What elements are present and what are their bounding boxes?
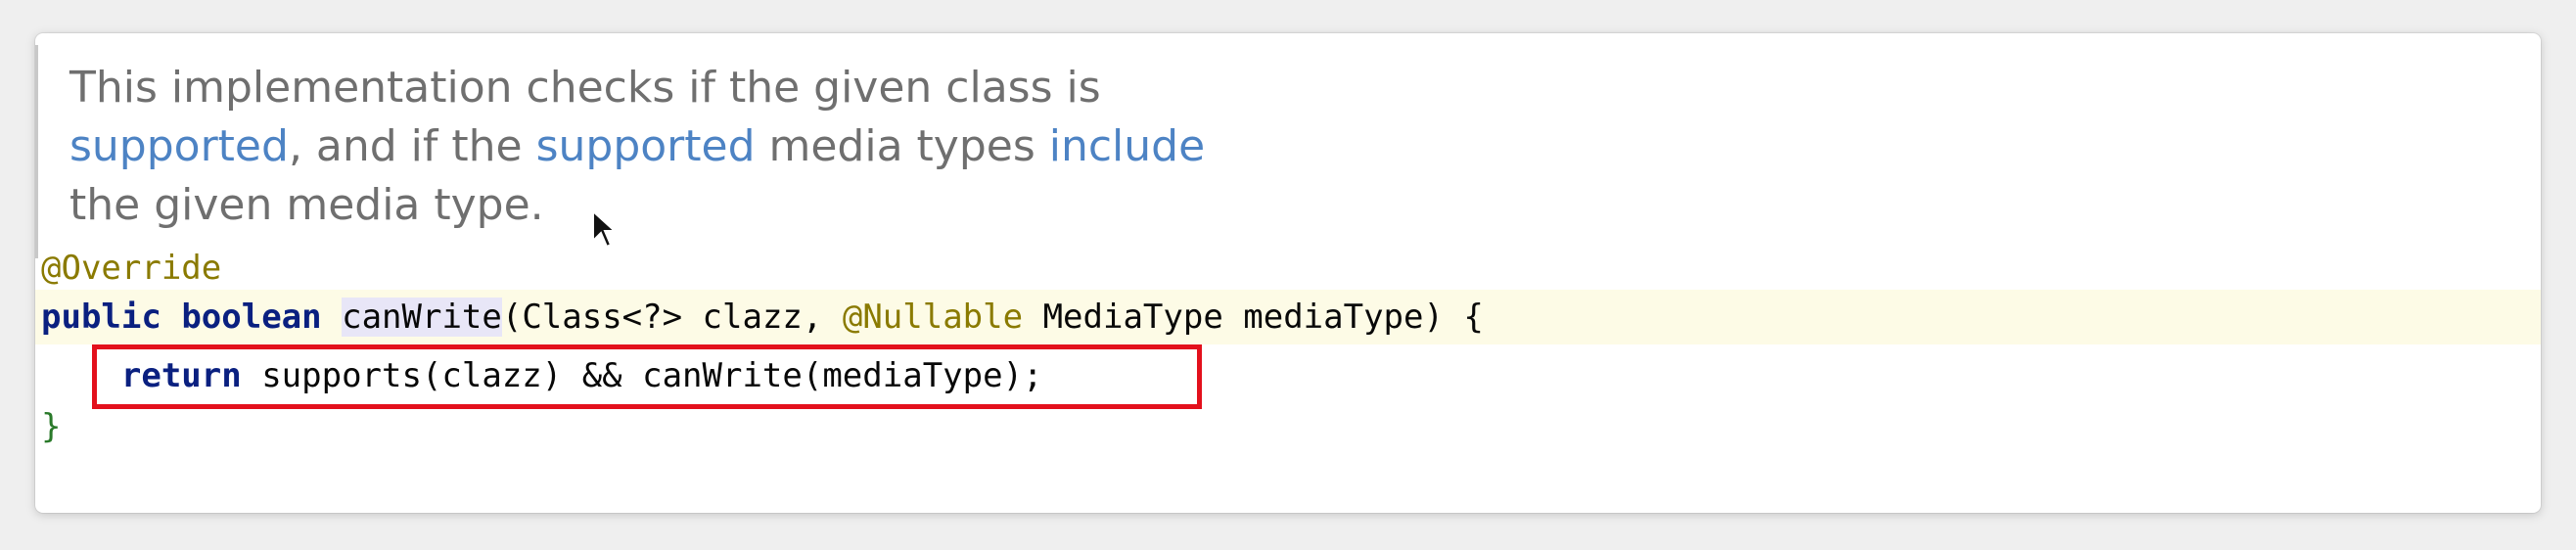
highlight-box [92, 344, 1202, 409]
javadoc-block: This implementation checks if the given … [35, 45, 1408, 258]
signature-params-rest: MediaType mediaType) { [1023, 298, 1484, 337]
override-annotation: @Override [41, 249, 222, 288]
code-line-signature: public boolean canWrite(Class<?> clazz, … [41, 290, 1484, 344]
doc-line-2: supported, and if the supported media ty… [69, 117, 1205, 176]
mouse-cursor-icon [592, 209, 618, 249]
keyword-public: public [41, 298, 161, 337]
keyword-boolean: boolean [181, 298, 322, 337]
quick-doc-popup: This implementation checks if the given … [35, 33, 2541, 513]
method-name: canWrite [342, 298, 502, 337]
code-line-annotation: @Override [41, 241, 221, 296]
doc-link-supported[interactable]: supported [69, 121, 289, 171]
doc-link-include[interactable]: include [1049, 121, 1205, 171]
doc-text: , and if the [288, 121, 536, 171]
doc-line-3: the given media type. [69, 180, 544, 230]
signature-params: (Class<?> clazz, [501, 298, 843, 337]
nullable-annotation: @Nullable [842, 298, 1024, 337]
doc-link-supported-2[interactable]: supported [536, 121, 756, 171]
doc-text: media types [755, 121, 1049, 171]
code-line-closing: } [41, 399, 61, 454]
doc-line-1: This implementation checks if the given … [69, 63, 1101, 113]
closing-brace: } [41, 407, 62, 446]
